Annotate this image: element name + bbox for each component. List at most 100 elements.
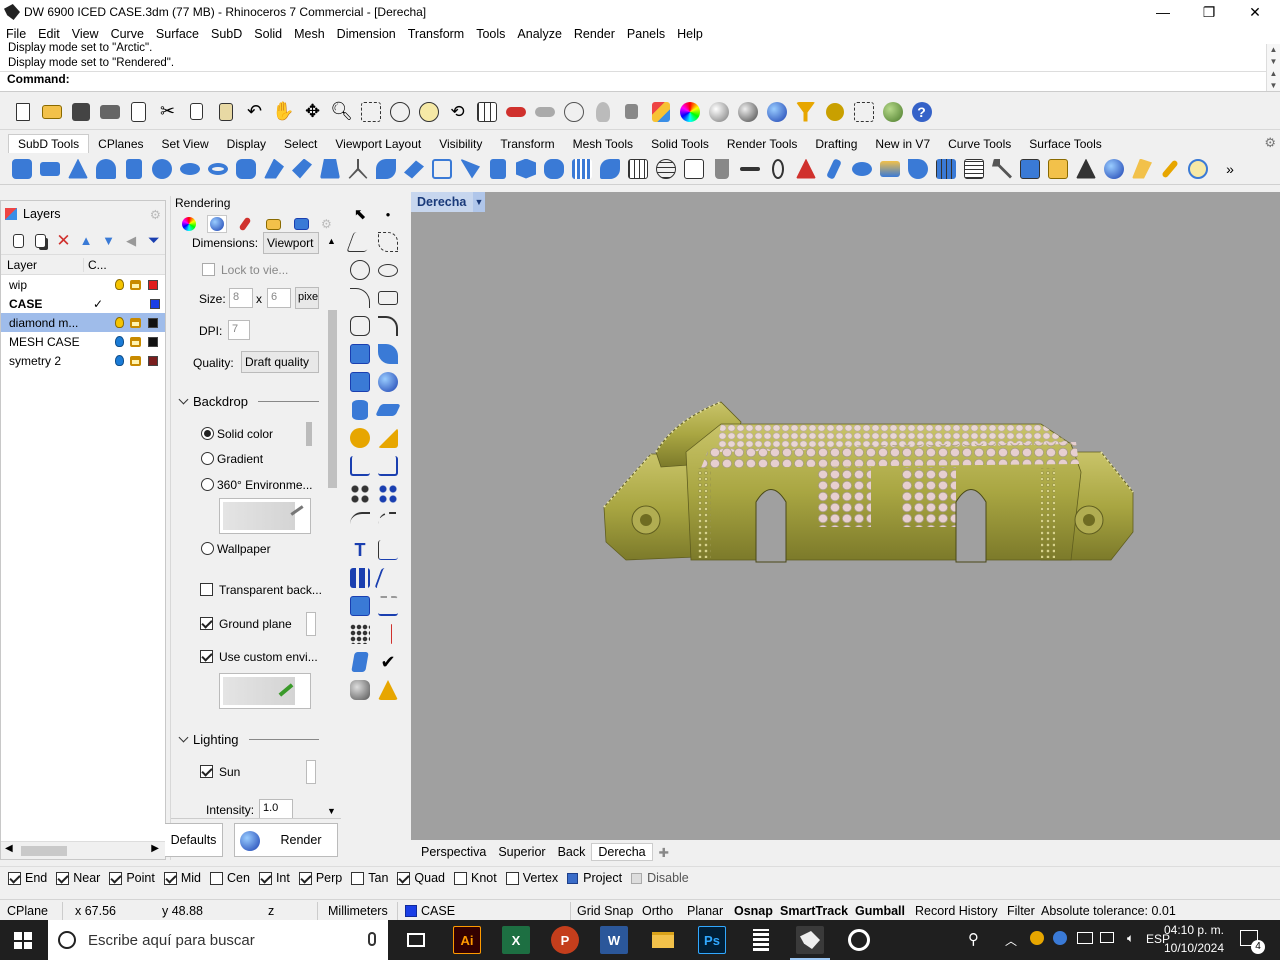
tab-settings-gear-icon[interactable]: ⚙ <box>1264 135 1276 151</box>
subd-tool-31[interactable] <box>850 157 874 181</box>
sun-settings-button[interactable] <box>306 760 316 784</box>
subd-tool-10[interactable] <box>262 157 286 181</box>
people-icon[interactable]: ⚲ <box>968 930 979 948</box>
gumball-toggle[interactable]: Gumball <box>855 904 905 918</box>
render-button[interactable]: Render <box>234 823 338 857</box>
layer-color-swatch[interactable] <box>150 298 160 309</box>
subd-tool-18[interactable] <box>486 157 510 181</box>
scroll-right-icon[interactable]: ▶ <box>151 843 159 854</box>
obs-app-icon[interactable] <box>845 926 873 954</box>
lock-button[interactable] <box>620 100 644 124</box>
windows-start-icon[interactable] <box>14 932 32 949</box>
subd-tool-5[interactable] <box>122 157 146 181</box>
osnap-mid[interactable]: Mid <box>163 871 201 885</box>
size-unit-dropdown[interactable]: pixe <box>295 287 319 309</box>
ground-plane-settings-button[interactable] <box>306 612 316 636</box>
dimension-button[interactable] <box>376 538 400 562</box>
car-button[interactable] <box>504 100 528 124</box>
lock-to-viewport-checkbox[interactable]: Lock to vie... <box>202 263 288 277</box>
subd-tool-16[interactable] <box>430 157 454 181</box>
subd-tool-1[interactable] <box>10 157 34 181</box>
bulb-button[interactable] <box>591 100 615 124</box>
help-button[interactable]: ? <box>910 100 934 124</box>
boolean-button[interactable] <box>376 370 400 394</box>
new-sublayer-button[interactable] <box>31 231 51 251</box>
layers-panel-title[interactable]: Layers <box>23 207 61 221</box>
zoom-button[interactable]: 🔍︎ <box>330 100 354 124</box>
subd-tool-9[interactable] <box>234 157 258 181</box>
layers-horizontal-scrollbar[interactable]: ◀ ▶ <box>1 841 165 859</box>
tab-libraries[interactable] <box>263 215 283 233</box>
lock-icon[interactable] <box>130 317 141 328</box>
layer-color-swatch[interactable] <box>148 336 158 347</box>
subd-tool-43[interactable] <box>1186 157 1210 181</box>
analyze-button[interactable] <box>348 650 372 674</box>
four-viewports-button[interactable] <box>475 100 499 124</box>
subd-tool-33[interactable] <box>906 157 930 181</box>
size-width-input[interactable]: 8 <box>229 288 253 308</box>
microphone-icon[interactable] <box>368 932 376 946</box>
menu-edit[interactable]: Edit <box>32 27 66 41</box>
osnap-disable[interactable]: Disable <box>631 871 689 885</box>
subd-tool-13[interactable] <box>346 157 370 181</box>
plane-button[interactable] <box>375 398 401 422</box>
subd-tool-32[interactable] <box>878 157 902 181</box>
surface-button[interactable] <box>348 342 372 366</box>
lightbulb-icon[interactable] <box>115 279 124 290</box>
print-button[interactable] <box>98 100 122 124</box>
maximize-button[interactable]: ❐ <box>1186 0 1232 24</box>
lightbulb-icon[interactable] <box>115 336 124 347</box>
pan-button[interactable]: ✋ <box>272 100 296 124</box>
point-button[interactable]: ● <box>376 202 400 226</box>
solid-color-swatch[interactable] <box>306 422 312 446</box>
layer-row[interactable]: CASE ✓ <box>1 294 165 313</box>
grid-snap-toggle[interactable]: Grid Snap <box>577 904 633 918</box>
subd-tool-2[interactable] <box>38 157 62 181</box>
osnap-quad[interactable]: Quad <box>397 871 445 885</box>
undo-button[interactable]: ↶ <box>243 100 267 124</box>
calculator-app-icon[interactable] <box>747 926 775 954</box>
zoom-selected-button[interactable] <box>417 100 441 124</box>
record-history-toggle[interactable]: Record History <box>915 904 998 918</box>
layer-row[interactable]: symetry 2 <box>1 351 165 370</box>
defaults-button[interactable]: Defaults <box>165 823 223 857</box>
tray-network-icon[interactable] <box>1100 932 1114 943</box>
tab-select[interactable]: Select <box>275 135 326 153</box>
polyline-button[interactable] <box>346 230 374 254</box>
layer-color-swatch[interactable] <box>148 279 158 290</box>
solid-color-radio[interactable]: Solid color <box>201 427 273 441</box>
volume-icon[interactable]: 🔈︎ <box>1127 931 1134 946</box>
word-app-icon[interactable]: W <box>600 926 628 954</box>
tab-perspectiva[interactable]: Perspectiva <box>415 845 492 859</box>
paste-button[interactable] <box>214 100 238 124</box>
zoom-window-button[interactable] <box>359 100 383 124</box>
lock-icon[interactable] <box>130 336 141 347</box>
subd-tool-24[interactable] <box>654 157 678 181</box>
wallpaper-radio[interactable]: Wallpaper <box>201 542 271 556</box>
osnap-perp[interactable]: Perp <box>298 871 342 885</box>
planar-toggle[interactable]: Planar <box>687 904 723 918</box>
cylinder-button[interactable] <box>348 398 372 422</box>
layer-row[interactable]: diamond m... <box>1 313 165 332</box>
layer-button[interactable] <box>649 100 673 124</box>
subd-tool-36[interactable] <box>990 157 1014 181</box>
osnap-end[interactable]: End <box>8 871 47 885</box>
panel-settings-gear-icon[interactable]: ⚙ <box>150 207 161 222</box>
status-cplane[interactable]: CPlane <box>7 904 48 918</box>
snap-button[interactable] <box>852 100 876 124</box>
car-gray-button[interactable] <box>533 100 557 124</box>
dimensions-dropdown[interactable]: Viewport <box>263 232 319 254</box>
tab-mesh-tools[interactable]: Mesh Tools <box>564 135 642 153</box>
subd-tool-11[interactable] <box>290 157 314 181</box>
subd-tool-14[interactable] <box>374 157 398 181</box>
subd-tool-30[interactable] <box>822 157 846 181</box>
subd-tool-41[interactable] <box>1130 157 1154 181</box>
zoom-extents-button[interactable] <box>388 100 412 124</box>
filter-toggle[interactable]: Filter <box>1007 904 1035 918</box>
command-prompt[interactable]: Command: <box>7 72 70 86</box>
tray-app-icon[interactable] <box>1030 931 1044 945</box>
tab-subd-tools[interactable]: SubD Tools <box>8 134 90 153</box>
scroll-left-icon[interactable]: ◀ <box>5 843 13 854</box>
tab-transform[interactable]: Transform <box>491 135 563 153</box>
import-button[interactable] <box>127 100 151 124</box>
